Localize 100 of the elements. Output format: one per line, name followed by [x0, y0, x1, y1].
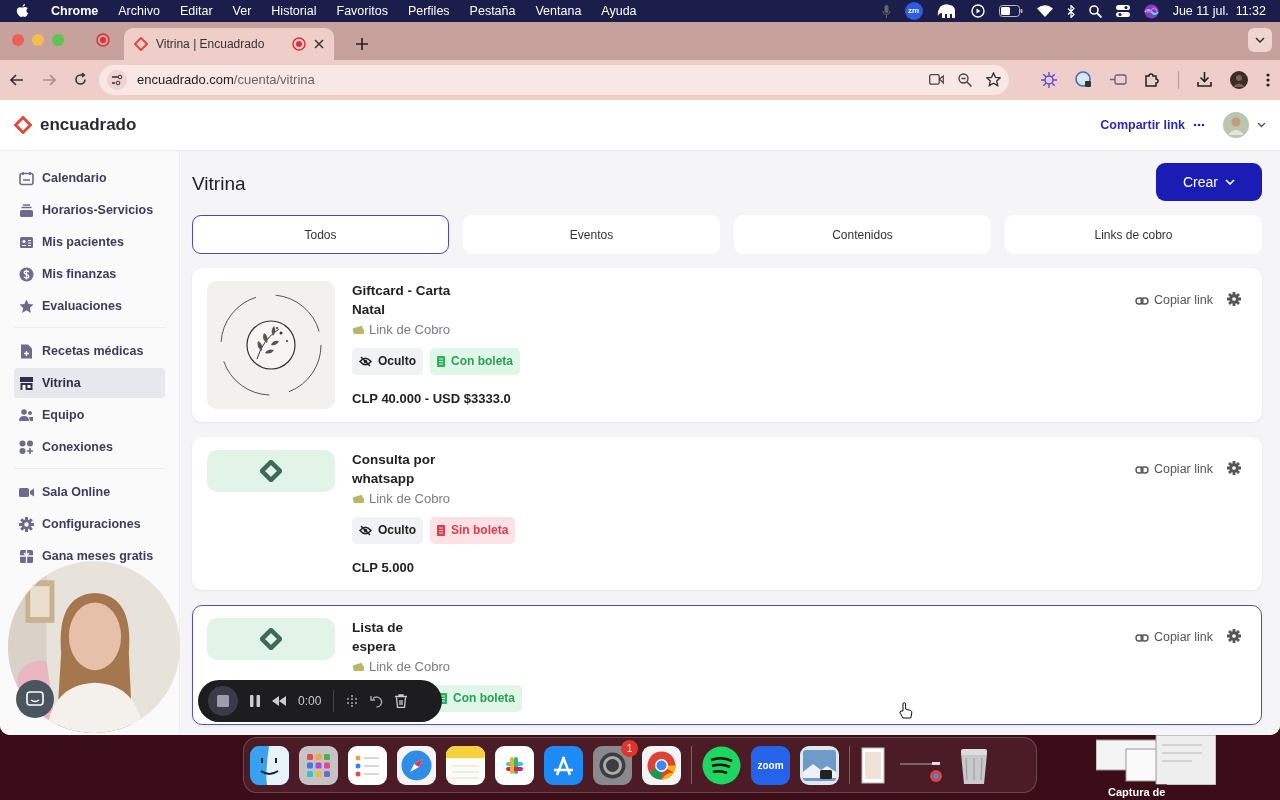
- menu-item[interactable]: Editar: [179, 1, 213, 21]
- checklist-icon[interactable]: [348, 745, 387, 785]
- letter-a-icon[interactable]: [544, 745, 583, 785]
- sidebar-item[interactable]: Configuraciones: [14, 509, 165, 540]
- undo-icon[interactable]: [370, 694, 384, 708]
- receipt-badge: Con boleta: [430, 347, 520, 375]
- gift-icon: [19, 548, 34, 564]
- chevron-down-icon[interactable]: [1257, 121, 1266, 128]
- close-icon[interactable]: [314, 39, 324, 49]
- menu-item[interactable]: Archivo: [118, 1, 160, 21]
- users-icon: [19, 407, 34, 423]
- app-grid-icon[interactable]: [299, 745, 338, 785]
- smiling-face-icon[interactable]: [250, 745, 289, 785]
- starburst-icon[interactable]: [1041, 71, 1057, 88]
- trash-icon[interactable]: [395, 694, 408, 708]
- pinwheel-icon[interactable]: [495, 745, 534, 785]
- chevron-down-icon: [1225, 179, 1235, 186]
- sidebar-item[interactable]: Recetas médicas: [14, 336, 165, 367]
- sidebar-item[interactable]: Equipo: [14, 400, 165, 431]
- url-text: encuadrado.com/cuenta/vitrina: [137, 71, 315, 90]
- battery-icon[interactable]: [998, 5, 1023, 17]
- copy-link-button[interactable]: Copiar link: [1134, 291, 1213, 310]
- menu-item[interactable]: Pestaña: [469, 1, 516, 21]
- star-icon[interactable]: [986, 72, 1001, 88]
- sidebar-item[interactable]: Evaluaciones: [14, 291, 165, 322]
- share-link[interactable]: Compartir link: [1100, 115, 1185, 135]
- file-name[interactable]: Captura de: [1106, 784, 1168, 800]
- apple-icon[interactable]: [16, 3, 29, 19]
- recording-time: 0:00: [298, 693, 322, 710]
- address-bar[interactable]: encuadrado.com/cuenta/vitrina: [99, 64, 1009, 95]
- filter-tab[interactable]: Todos: [192, 215, 449, 255]
- bluetooth-icon[interactable]: [1066, 4, 1075, 18]
- toggles-icon[interactable]: [1115, 4, 1130, 18]
- meeting-app-icon[interactable]: zm: [904, 2, 923, 20]
- zoom-out-icon[interactable]: [958, 72, 972, 87]
- settings-icon[interactable]: [1227, 461, 1241, 476]
- back-icon[interactable]: [10, 73, 24, 86]
- elephant-icon[interactable]: [936, 3, 957, 19]
- app-menu[interactable]: Chrome: [51, 1, 99, 21]
- notepad-icon[interactable]: [446, 745, 485, 785]
- page-title: Vitrina: [192, 172, 246, 196]
- lock-badge-icon[interactable]: [1075, 71, 1092, 89]
- menu-dots-icon[interactable]: [1266, 72, 1270, 87]
- menu-item[interactable]: Ver: [232, 1, 252, 21]
- compass-icon[interactable]: [397, 745, 436, 785]
- file-plus-icon: [19, 343, 34, 359]
- item-type: Link de Cobro: [369, 490, 450, 509]
- download-icon[interactable]: [1197, 72, 1212, 88]
- puzzle-icon[interactable]: [1145, 72, 1160, 88]
- microphone-icon[interactable]: [881, 4, 891, 18]
- pause-icon[interactable]: [250, 695, 260, 707]
- sidebar-item[interactable]: Conexiones: [14, 432, 165, 463]
- menu-item[interactable]: Ventana: [535, 1, 582, 21]
- video-camera-icon[interactable]: [929, 74, 944, 86]
- user-avatar-icon[interactable]: [1223, 111, 1249, 138]
- play-icon[interactable]: [970, 4, 985, 18]
- filter-tab[interactable]: Links de cobro: [1005, 215, 1262, 255]
- avatar-icon[interactable]: [1230, 70, 1248, 89]
- copy-link-button[interactable]: Copiar link: [1134, 628, 1213, 647]
- menu-item[interactable]: Historial: [271, 1, 317, 21]
- sidebar-item[interactable]: Mis finanzas: [14, 259, 165, 290]
- menu-item[interactable]: Favoritos: [336, 1, 388, 21]
- rewind-icon[interactable]: [272, 696, 286, 706]
- search-icon[interactable]: [1088, 4, 1102, 18]
- sliders-icon[interactable]: [107, 69, 127, 90]
- stop-button-icon[interactable]: [208, 686, 238, 716]
- document-stack-icon[interactable]: [860, 745, 886, 785]
- create-button[interactable]: Crear: [1156, 163, 1262, 202]
- video-call-app-icon[interactable]: zoom: [751, 745, 790, 785]
- browser-tab[interactable]: Vitrina | Encuadrado: [124, 28, 334, 60]
- menu-item[interactable]: Ayuda: [601, 1, 637, 21]
- sidebar-item[interactable]: Horarios-Servicios: [14, 195, 165, 226]
- document-thumbnail-icon[interactable]: [1096, 735, 1216, 785]
- sound-waves-icon[interactable]: [702, 745, 741, 785]
- wifi-icon[interactable]: [1036, 5, 1053, 17]
- gear-icon[interactable]: [593, 745, 632, 785]
- item-title: Giftcard - Carta Natal: [352, 282, 452, 320]
- sidebar-item[interactable]: Sala Online: [14, 477, 165, 508]
- settings-icon[interactable]: [1227, 292, 1241, 307]
- reload-icon[interactable]: [74, 73, 87, 87]
- link-icon: [1134, 632, 1149, 643]
- dot-grid-icon[interactable]: [346, 695, 359, 707]
- settings-icon[interactable]: [1227, 629, 1241, 644]
- tab-search-button[interactable]: [1248, 28, 1272, 52]
- sidebar-item[interactable]: Gana meses gratis: [14, 541, 165, 572]
- sidebar-item[interactable]: Vitrina: [14, 368, 165, 399]
- brand-name[interactable]: encuadrado: [40, 112, 137, 138]
- photo-app-icon[interactable]: [800, 745, 839, 785]
- siri-icon[interactable]: [1143, 3, 1159, 19]
- sidebar-item[interactable]: Mis pacientes: [14, 227, 165, 258]
- dots-icon[interactable]: [1193, 122, 1205, 127]
- sidebar-item[interactable]: Calendario: [14, 163, 165, 194]
- menu-item[interactable]: Perfiles: [407, 1, 450, 21]
- plus-icon[interactable]: [356, 38, 368, 50]
- browser-logo-icon[interactable]: [642, 745, 681, 785]
- tag-icon[interactable]: [1110, 74, 1127, 86]
- filter-tab[interactable]: Eventos: [463, 215, 720, 255]
- copy-link-button[interactable]: Copiar link: [1134, 460, 1213, 479]
- filter-tab[interactable]: Contenidos: [734, 215, 991, 255]
- dollar-icon: [19, 266, 34, 282]
